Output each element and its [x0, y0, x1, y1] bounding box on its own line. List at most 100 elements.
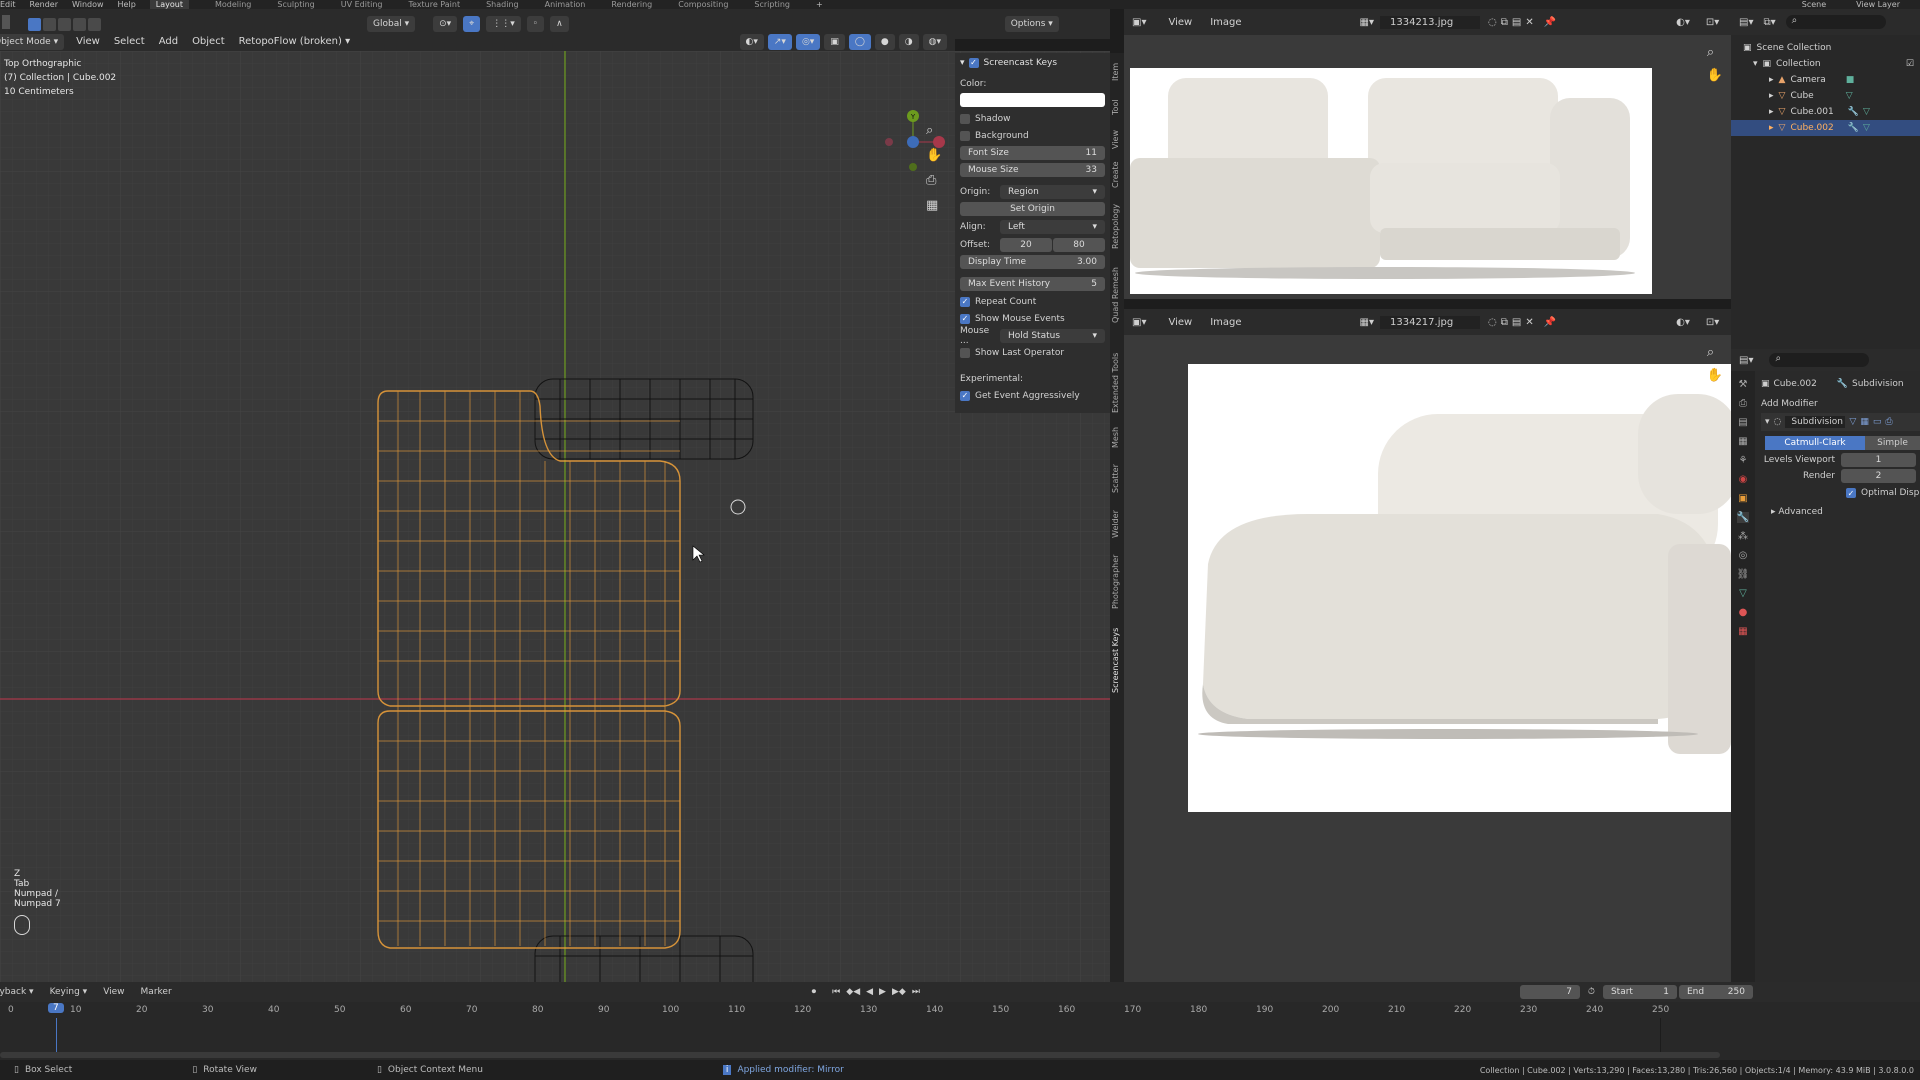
current-frame-field[interactable]: 7 [1519, 985, 1580, 999]
menu-select[interactable]: Select [114, 36, 145, 47]
menu-view[interactable]: View [1168, 317, 1192, 328]
expand-arrow-icon[interactable]: ▸ [1771, 507, 1776, 517]
overlays-toggle-icon[interactable]: ◎▾ [795, 33, 821, 50]
align-dropdown[interactable]: Left ▾ [1000, 219, 1105, 234]
output-tab-icon[interactable]: ▤ [1738, 417, 1747, 428]
font-size-field[interactable]: Font Size 11 [960, 145, 1105, 160]
workspace-tab-uv-editing[interactable]: UV Editing [341, 0, 383, 9]
next-keyframe-icon[interactable]: ▶◆ [892, 987, 906, 997]
play-icon[interactable]: ▶ [879, 987, 886, 997]
menu-render[interactable]: Render [30, 0, 58, 9]
editor-type-icon[interactable]: ▤▾ [1739, 355, 1753, 366]
frame-ruler[interactable]: 0 10 20 30 40 50 60 70 80 90 100 110 120… [0, 1002, 1725, 1020]
offset-y-field[interactable]: 80 [1053, 237, 1105, 252]
solid-shading-icon[interactable]: ● [874, 33, 895, 50]
texture-tab-icon[interactable]: ▦ [1738, 626, 1747, 637]
collapse-arrow-icon[interactable]: ▾ [1765, 417, 1770, 427]
color-swatch[interactable] [960, 93, 1105, 107]
jump-start-icon[interactable]: ⏮ [832, 987, 840, 997]
editor-type-icon[interactable]: ▣▾ [1132, 17, 1146, 28]
modifiers-tab-icon[interactable]: 🔧 [1736, 512, 1750, 523]
display-channels-icon[interactable]: ◐▾ [1676, 17, 1690, 28]
tab-retopology[interactable]: Retopology [1111, 204, 1120, 249]
tab-item[interactable]: Item [1111, 63, 1120, 81]
xray-toggle-icon[interactable]: ▣ [824, 33, 845, 50]
background-checkbox-row[interactable]: Background [960, 128, 1105, 143]
fake-user-icon[interactable]: ◌ [1488, 17, 1497, 28]
panel-header[interactable]: ▾ ✓ Screencast Keys [960, 55, 1105, 70]
expand-arrow-icon[interactable]: ▾ [1753, 59, 1758, 69]
advanced-subpanel[interactable]: ▸ Advanced [1771, 507, 1823, 517]
tab-screencast-keys[interactable]: Screencast Keys [1111, 628, 1120, 693]
tool-tab-icon[interactable]: ⚒ [1739, 379, 1748, 390]
viewport-toggle-icon[interactable]: ▭ [1873, 417, 1882, 427]
pivot-point-dropdown[interactable]: ⊙▾ [433, 16, 458, 32]
menu-view[interactable]: View [76, 36, 100, 47]
auto-keying-icon[interactable]: ⏺ [812, 987, 817, 997]
editor-type-icon[interactable]: ▤▾ [1739, 17, 1753, 28]
menu-view[interactable]: View [103, 987, 124, 997]
add-modifier-button[interactable]: Add Modifier [1761, 399, 1818, 409]
workspace-tab-texture-paint[interactable]: Texture Paint [408, 0, 460, 9]
view-mode-icon[interactable]: ⊡▾ [1706, 317, 1719, 328]
select-mode-icons[interactable] [2, 15, 28, 33]
repeat-count-checkbox[interactable]: ✓ [960, 296, 970, 307]
options-dropdown[interactable]: Options ▾ [1004, 16, 1059, 32]
tab-mesh[interactable]: Mesh [1111, 427, 1120, 448]
optimal-display-row[interactable]: ✓ Optimal Display [1846, 488, 1920, 498]
particles-tab-icon[interactable]: ⁂ [1738, 531, 1748, 542]
menu-image[interactable]: Image [1210, 317, 1241, 328]
get-event-checkbox[interactable]: ✓ [960, 390, 970, 401]
jump-end-icon[interactable]: ⏭ [912, 987, 920, 997]
open-image-icon[interactable]: ▤ [1512, 317, 1521, 328]
snap-toggle[interactable]: ⌖ [463, 16, 481, 32]
shadow-checkbox[interactable] [960, 113, 970, 124]
tab-create[interactable]: Create [1111, 161, 1120, 188]
keying-menu[interactable]: Keying ▾ [50, 987, 88, 997]
end-frame-field[interactable]: End 250 [1678, 985, 1753, 999]
mouse-mode-dropdown[interactable]: Hold Status ▾ [1000, 328, 1105, 343]
shadow-checkbox-row[interactable]: Shadow [960, 111, 1105, 126]
tab-tool[interactable]: Tool [1111, 99, 1120, 115]
image-filename-field[interactable]: 1334217.jpg [1380, 315, 1480, 329]
expand-arrow-icon[interactable]: ▸ [1769, 123, 1774, 133]
workspace-tab-shading[interactable]: Shading [486, 0, 519, 9]
view-layer-name[interactable]: View Layer [1856, 0, 1900, 9]
outliner-search-input[interactable]: ⌕ [1785, 15, 1886, 29]
tab-photographer[interactable]: Photographer [1111, 555, 1120, 609]
menu-edit[interactable]: Edit [0, 0, 16, 9]
open-image-icon[interactable]: ▤ [1512, 17, 1521, 28]
render-tab-icon[interactable]: ⎙ [1739, 398, 1747, 409]
image-browse-icon[interactable]: ▦▾ [1360, 317, 1374, 328]
workspace-tab-scripting[interactable]: Scripting [754, 0, 790, 9]
tab-scatter[interactable]: Scatter [1111, 464, 1120, 493]
set-origin-button[interactable]: Set Origin [960, 201, 1105, 216]
show-mouse-events-row[interactable]: ✓ Show Mouse Events [960, 311, 1105, 326]
outliner-item-camera[interactable]: ▸ ▲ Camera ■ [1731, 72, 1920, 88]
display-mode-icon[interactable]: ⧉▾ [1763, 17, 1775, 28]
proportional-edit-toggle[interactable]: ◦ [526, 16, 545, 32]
display-time-field[interactable]: Display Time 3.00 [960, 254, 1105, 269]
rendered-shading-icon[interactable]: ◍▾ [922, 33, 947, 50]
falloff-dropdown[interactable]: ∧ [550, 16, 569, 32]
simple-button[interactable]: Simple [1865, 436, 1920, 450]
material-shading-icon[interactable]: ◑ [898, 33, 919, 50]
select-subtract-icon[interactable] [58, 17, 71, 31]
menu-object[interactable]: Object [192, 36, 225, 47]
menu-marker[interactable]: Marker [141, 987, 172, 997]
scene-name[interactable]: Scene [1802, 0, 1826, 9]
pan-hand-icon[interactable]: ✋ [1707, 368, 1723, 383]
display-channels-icon[interactable]: ◐▾ [1676, 317, 1690, 328]
use-preview-range-icon[interactable]: ⏱ [1588, 987, 1595, 997]
material-tab-icon[interactable]: ● [1739, 607, 1748, 618]
expand-arrow-icon[interactable]: ▸ [1769, 91, 1774, 101]
expand-arrow-icon[interactable]: ▸ [1769, 75, 1774, 85]
timeline-scrollbar[interactable] [0, 1052, 1720, 1058]
data-tab-icon[interactable]: ▽ [1739, 588, 1747, 599]
max-event-field[interactable]: Max Event History 5 [960, 276, 1105, 291]
collection-row[interactable]: ▾ ▣ Collection ☑ [1731, 56, 1920, 72]
menu-help[interactable]: Help [118, 0, 136, 9]
collapse-arrow-icon[interactable]: ▾ [960, 58, 965, 68]
pin-icon[interactable]: 📌 [1544, 17, 1556, 28]
physics-tab-icon[interactable]: ◎ [1739, 550, 1748, 561]
